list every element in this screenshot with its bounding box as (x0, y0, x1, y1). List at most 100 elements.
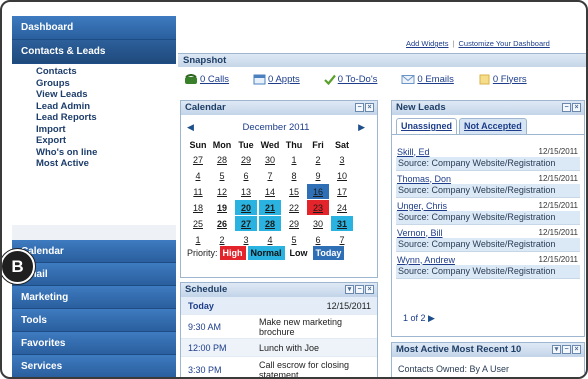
submenu-export[interactable]: Export (36, 135, 176, 147)
calendar-day[interactable]: 5 (283, 232, 305, 247)
schedule-row[interactable]: 3:30 PM Call escrow for closing statemen… (181, 357, 377, 377)
dropdown-icon[interactable]: ▾ (552, 345, 561, 354)
calendar-day[interactable]: 30 (307, 216, 329, 231)
tab-unassigned[interactable]: Unassigned (396, 118, 458, 134)
calendar-day[interactable]: 25 (187, 216, 209, 231)
snapshot-appts-label: 0 Appts (268, 73, 300, 85)
lead-name[interactable]: Unger, Chris (397, 201, 447, 211)
nav-email[interactable]: Email (12, 263, 176, 286)
lead-name[interactable]: Vernon, Bill (397, 228, 443, 238)
leads-pager[interactable]: 1 of 2 ▶ (403, 313, 435, 324)
close-icon[interactable]: × (572, 103, 581, 112)
lead-item[interactable]: Thomas, Don 12/15/2011 Source: Company We… (396, 171, 580, 198)
calendar-day-normal[interactable]: 20 (235, 200, 257, 215)
calendar-day[interactable]: 2 (211, 232, 233, 247)
calendar-day[interactable]: 10 (331, 168, 353, 183)
nav-tools[interactable]: Tools (12, 309, 176, 332)
submenu-lead-reports[interactable]: Lead Reports (36, 112, 176, 124)
schedule-desc: Make new marketing brochure (259, 316, 343, 337)
nav-contacts-leads[interactable]: Contacts & Leads (12, 40, 176, 64)
calendar-day[interactable]: 29 (283, 216, 305, 231)
snapshot-emails[interactable]: 0 Emails (401, 74, 454, 85)
next-month-arrow-icon[interactable]: ▶ (358, 122, 365, 133)
submenu-view-leads[interactable]: View Leads (36, 89, 176, 101)
calendar-day[interactable]: 3 (235, 232, 257, 247)
lead-item[interactable]: Unger, Chris 12/15/2011 Source: Company W… (396, 198, 580, 225)
calendar-day[interactable]: 28 (211, 152, 233, 167)
calendar-day-normal[interactable]: 31 (331, 216, 353, 231)
dropdown-icon[interactable]: ▾ (345, 285, 354, 294)
calendar-day[interactable]: 19 (211, 200, 233, 215)
submenu-lead-admin[interactable]: Lead Admin (36, 101, 176, 113)
prev-month-arrow-icon[interactable]: ◀ (187, 122, 194, 133)
customize-dashboard-link[interactable]: Customize Your Dashboard (458, 39, 549, 48)
snapshot-calls[interactable]: 0 Calls (184, 74, 229, 85)
calendar-day[interactable]: 13 (235, 184, 257, 199)
nav-services[interactable]: Services (12, 355, 176, 377)
calendar-day[interactable]: 7 (331, 232, 353, 247)
weekday-header: Wed (260, 139, 280, 150)
calendar-day[interactable]: 18 (187, 200, 209, 215)
calendar-day-high[interactable]: 23 (307, 200, 329, 215)
calendar-day[interactable]: 2 (307, 152, 329, 167)
next-page-arrow-icon[interactable]: ▶ (428, 313, 435, 323)
calendar-day[interactable]: 9 (307, 168, 329, 183)
calendar-day[interactable]: 1 (187, 232, 209, 247)
checkmark-icon (323, 74, 336, 85)
add-widgets-link[interactable]: Add Widgets (406, 39, 449, 48)
calendar-day[interactable]: 12 (211, 184, 233, 199)
nav-calendar[interactable]: Calendar (12, 240, 176, 263)
calendar-day[interactable]: 7 (259, 168, 281, 183)
calendar-day-today[interactable]: 16 (307, 184, 329, 199)
nav-marketing[interactable]: Marketing (12, 286, 176, 309)
calendar-day[interactable]: 8 (283, 168, 305, 183)
minimize-icon[interactable]: − (562, 345, 571, 354)
calendar-day[interactable]: 14 (259, 184, 281, 199)
submenu-most-active[interactable]: Most Active (36, 158, 176, 170)
calendar-day[interactable]: 4 (259, 232, 281, 247)
calendar-day[interactable]: 22 (283, 200, 305, 215)
calendar-day-normal[interactable]: 28 (259, 216, 281, 231)
close-icon[interactable]: × (365, 103, 374, 112)
calendar-day[interactable]: 26 (211, 216, 233, 231)
lead-name[interactable]: Thomas, Don (397, 174, 451, 184)
tab-not-accepted[interactable]: Not Accepted (459, 118, 527, 134)
submenu-groups[interactable]: Groups (36, 78, 176, 90)
minimize-icon[interactable]: − (355, 285, 364, 294)
nav-dashboard[interactable]: Dashboard (12, 16, 176, 40)
calendar-day[interactable]: 24 (331, 200, 353, 215)
calendar-day[interactable]: 3 (331, 152, 353, 167)
calendar-day[interactable]: 15 (283, 184, 305, 199)
lead-name[interactable]: Wynn, Andrew (397, 255, 455, 265)
close-icon[interactable]: × (572, 345, 581, 354)
calendar-day[interactable]: 6 (307, 232, 329, 247)
close-icon[interactable]: × (365, 285, 374, 294)
submenu-contacts[interactable]: Contacts (36, 66, 176, 78)
lead-source: Source: Company Website/Registration (396, 238, 580, 251)
calendar-day[interactable]: 5 (211, 168, 233, 183)
submenu-import[interactable]: Import (36, 124, 176, 136)
schedule-row[interactable]: 12:00 PM Lunch with Joe (181, 339, 377, 357)
calendar-day[interactable]: 6 (235, 168, 257, 183)
calendar-day[interactable]: 27 (187, 152, 209, 167)
lead-item[interactable]: Vernon, Bill 12/15/2011 Source: Company W… (396, 225, 580, 252)
snapshot-flyers[interactable]: 0 Flyers (478, 74, 527, 85)
calendar-day[interactable]: 17 (331, 184, 353, 199)
lead-item[interactable]: Wynn, Andrew 12/15/2011 Source: Company W… (396, 252, 580, 279)
submenu-whos-online[interactable]: Who's on line (36, 147, 176, 159)
schedule-row[interactable]: 9:30 AM Make new marketing brochure (181, 315, 377, 339)
lead-item[interactable]: Skill, Ed 12/15/2011 Source: Company Webs… (396, 144, 580, 171)
calendar-day[interactable]: 1 (283, 152, 305, 167)
nav-favorites[interactable]: Favorites (12, 332, 176, 355)
minimize-icon[interactable]: − (355, 103, 364, 112)
calendar-day[interactable]: 29 (235, 152, 257, 167)
calendar-day[interactable]: 11 (187, 184, 209, 199)
minimize-icon[interactable]: − (562, 103, 571, 112)
calendar-day[interactable]: 30 (259, 152, 281, 167)
calendar-day[interactable]: 4 (187, 168, 209, 183)
snapshot-todos[interactable]: 0 To-Do's (323, 74, 377, 85)
snapshot-appts[interactable]: 0 Appts (253, 74, 300, 85)
lead-name[interactable]: Skill, Ed (397, 147, 430, 157)
calendar-day-normal[interactable]: 21 (259, 200, 281, 215)
calendar-day-normal[interactable]: 27 (235, 216, 257, 231)
